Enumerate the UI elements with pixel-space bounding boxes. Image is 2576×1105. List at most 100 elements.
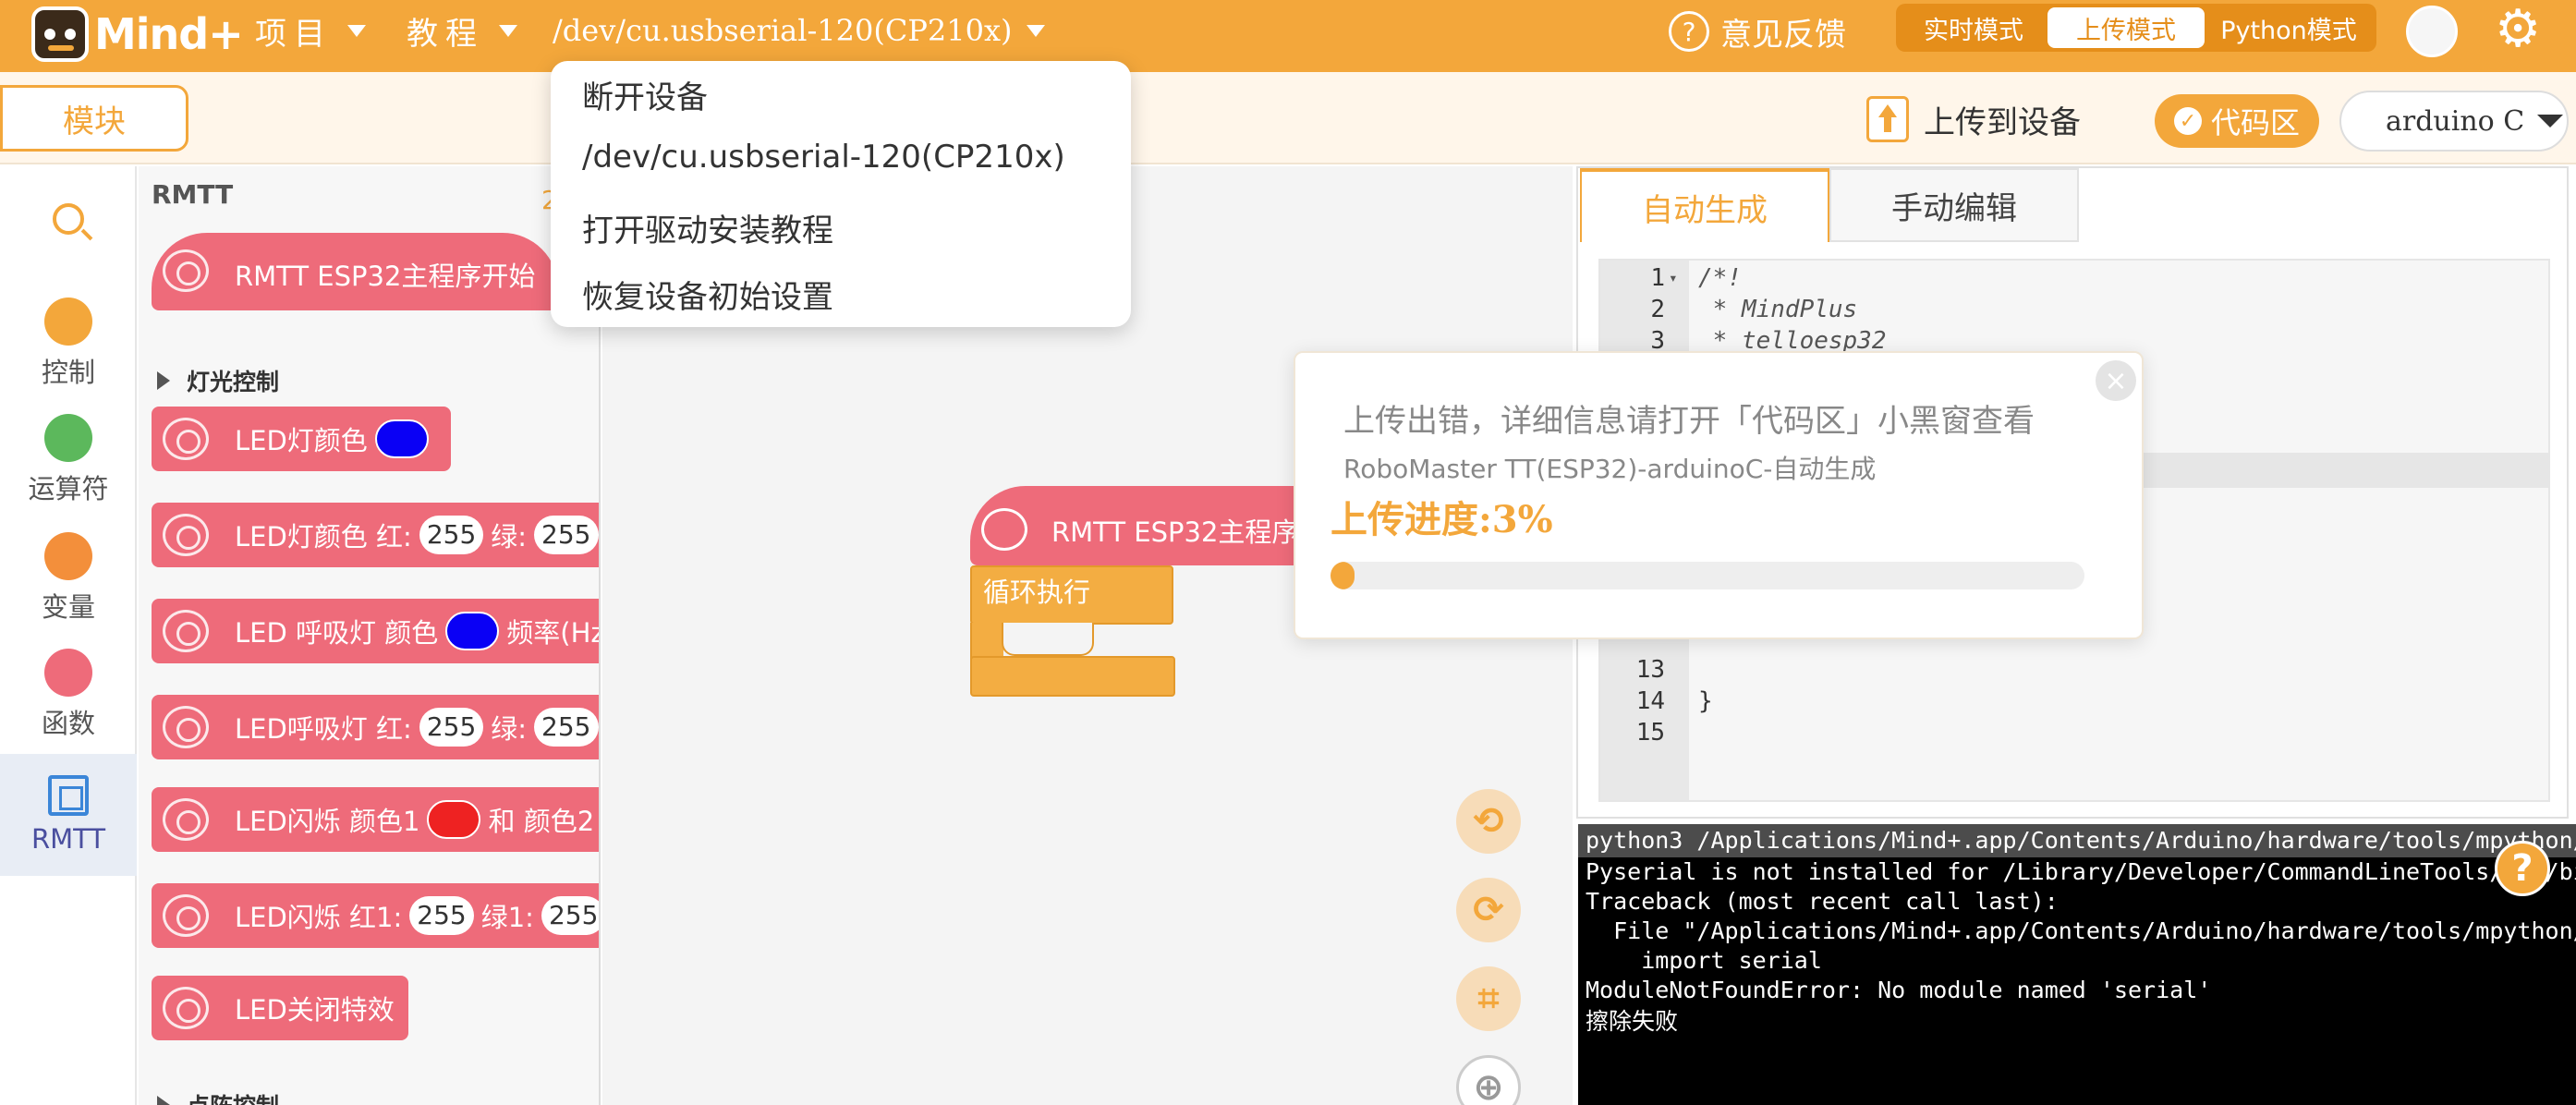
mode-realtime-button[interactable]: 实时模式 xyxy=(1900,7,2047,48)
category-control[interactable]: 控制 xyxy=(0,298,137,390)
category-operators[interactable]: 运算符 xyxy=(0,414,137,506)
mode-upload-button[interactable]: 上传模式 xyxy=(2047,7,2205,48)
console-command-line: python3 /Applications/Mind+.app/Contents… xyxy=(1578,824,2576,857)
category-search[interactable] xyxy=(0,203,137,235)
tutorial-menu[interactable]: 教程 xyxy=(407,0,517,61)
category-variables[interactable]: 变量 xyxy=(0,532,137,625)
chevron-down-icon xyxy=(1027,24,1046,37)
project-menu[interactable]: 项目 xyxy=(255,0,366,61)
color-picker[interactable] xyxy=(445,612,500,650)
tab-manual-edit[interactable]: 手动编辑 xyxy=(1829,168,2079,242)
question-icon: ? xyxy=(1669,11,1709,52)
console-line: import serial xyxy=(1586,947,1822,974)
value-input-green[interactable]: 255 xyxy=(534,708,599,747)
crop-icon[interactable]: ⌗ xyxy=(1456,966,1521,1031)
menu-item-driver-tutorial[interactable]: 打开驱动安装教程 xyxy=(582,205,833,250)
block-label: LED灯颜色 红: xyxy=(235,521,412,552)
category-dot xyxy=(44,532,92,580)
serial-console[interactable]: python3 /Applications/Mind+.app/Contents… xyxy=(1578,824,2576,1105)
menu-item-factory-reset[interactable]: 恢复设备初始设置 xyxy=(582,272,833,317)
board-select-value: arduino C xyxy=(2386,104,2525,138)
loop-block-bottom xyxy=(970,656,1175,697)
progress-bar xyxy=(1331,562,2084,589)
triangle-right-icon xyxy=(157,1096,170,1105)
block-label: LED 呼吸灯 颜色 xyxy=(235,617,439,649)
menu-item-disconnect[interactable]: 断开设备 xyxy=(582,72,708,117)
zoom-in-icon[interactable]: ⊕ xyxy=(1456,1055,1521,1105)
dialog-subtitle: RoboMaster TT(ESP32)-arduinoC-自动生成 xyxy=(1343,454,1877,484)
app-logo[interactable]: Mind+ xyxy=(31,4,244,65)
value-input-red[interactable]: 255 xyxy=(419,708,484,747)
avatar[interactable] xyxy=(2406,6,2458,57)
top-menu-bar: Mind+ 项目 教程 /dev/cu.usbserial-120(CP210x… xyxy=(0,0,2576,72)
block-led-off[interactable]: LED关闭特效 xyxy=(152,976,408,1040)
tab-auto-generate[interactable]: 自动生成 xyxy=(1580,168,1829,242)
help-icon[interactable]: ? xyxy=(2495,841,2550,896)
block-rmtt-start[interactable]: RMTT ESP32主程序开始 xyxy=(152,233,558,310)
menu-item-port[interactable]: /dev/cu.usbserial-120(CP210x) xyxy=(582,139,1065,176)
upload-to-device-button[interactable]: 上传到设备 xyxy=(1866,91,2081,148)
dialog-message: 上传出错，详细信息请打开「代码区」小黑窗查看 xyxy=(1343,403,2035,440)
console-line: Traceback (most recent call last): xyxy=(1586,888,2059,915)
mode-python-button[interactable]: Python模式 xyxy=(2205,7,2373,48)
port-menu[interactable]: /dev/cu.usbserial-120(CP210x) xyxy=(553,0,1046,61)
value-input-green[interactable]: 255 xyxy=(534,516,599,554)
block-led-flash-rgb[interactable]: LED闪烁 红1: 255 绿1: 255 xyxy=(152,883,599,948)
category-label: 变量 xyxy=(41,591,95,623)
block-palette: RMTT 2 RMTT ESP32主程序开始 灯光控制 LED灯颜色 LED灯颜… xyxy=(139,166,601,1105)
close-icon[interactable]: × xyxy=(2096,360,2136,401)
feedback-button[interactable]: ? 意见反馈 xyxy=(1669,6,1846,57)
board-select[interactable]: arduino C xyxy=(2339,91,2569,152)
category-rmtt[interactable]: RMTT xyxy=(0,754,137,876)
line-number: 1 xyxy=(1650,264,1665,292)
modules-tab[interactable]: 模块 xyxy=(0,85,188,152)
block-label: 绿: xyxy=(491,713,528,745)
code-line: 13 xyxy=(1600,654,2548,686)
code-text: * MindPlus xyxy=(1698,296,1858,323)
mode-switch: 实时模式 上传模式 Python模式 xyxy=(1896,4,2376,52)
undo-icon[interactable]: ⟲ xyxy=(1456,789,1521,854)
upload-progress-dialog: × 上传出错，详细信息请打开「代码区」小黑窗查看 RoboMaster TT(E… xyxy=(1294,351,2144,639)
check-icon: ✓ xyxy=(2173,107,2202,135)
gear-icon[interactable]: ⚙ xyxy=(2495,4,2541,55)
block-led-rgb[interactable]: LED灯颜色 红: 255 绿: 255 xyxy=(152,503,599,567)
code-area-toggle[interactable]: ✓ 代码区 xyxy=(2155,94,2319,148)
fold-toggle-icon[interactable]: ▾ xyxy=(1669,262,1678,294)
brand-name: Mind+ xyxy=(94,9,244,59)
block-led-flash-color[interactable]: LED闪烁 颜色1 和 颜色2 xyxy=(152,787,599,852)
category-dot xyxy=(44,649,92,697)
value-input-green[interactable]: 255 xyxy=(541,896,599,935)
section-light-control[interactable]: 灯光控制 xyxy=(157,364,279,397)
category-sidebar: 控制 运算符 变量 函数 RMTT xyxy=(0,166,137,1105)
code-line: 2 * MindPlus xyxy=(1600,294,2548,325)
value-input-red[interactable]: 255 xyxy=(409,896,474,935)
drone-icon xyxy=(163,987,209,1029)
color-picker[interactable] xyxy=(374,419,429,458)
upload-icon xyxy=(1866,96,1909,142)
block-led-breath-rgb[interactable]: LED呼吸灯 红: 255 绿: 255 xyxy=(152,695,599,759)
line-number: 14 xyxy=(1635,687,1665,715)
secondary-toolbar: 模块 上传到设备 ✓ 代码区 arduino C xyxy=(0,72,2576,164)
redo-icon[interactable]: ⟳ xyxy=(1456,878,1521,942)
color-picker[interactable] xyxy=(427,800,481,839)
workspace-block-loop[interactable]: 循环执行 xyxy=(970,565,1173,625)
category-dot xyxy=(44,298,92,346)
triangle-right-icon xyxy=(157,371,170,390)
robot-logo-icon xyxy=(31,6,89,62)
chevron-down-icon xyxy=(499,24,517,37)
value-input-red[interactable]: 255 xyxy=(419,516,484,554)
drone-icon xyxy=(981,508,1027,551)
block-label: LED闪烁 颜色1 xyxy=(235,806,420,837)
block-label: LED呼吸灯 红: xyxy=(235,713,412,745)
section-dot-matrix[interactable]: 点阵控制 xyxy=(157,1088,279,1105)
block-label: LED灯颜色 xyxy=(235,425,368,456)
block-label: 和 颜色2 xyxy=(488,806,595,837)
block-led-breath-color[interactable]: LED 呼吸灯 颜色 频率(Hz xyxy=(152,599,599,663)
category-functions[interactable]: 函数 xyxy=(0,649,137,741)
code-text: /*! xyxy=(1698,264,1742,292)
line-number: 2 xyxy=(1650,296,1665,323)
code-area-label: 代码区 xyxy=(2210,105,2300,140)
block-label: LED关闭特效 xyxy=(235,994,395,1026)
block-led-color[interactable]: LED灯颜色 xyxy=(152,407,451,471)
drone-icon xyxy=(163,894,209,937)
